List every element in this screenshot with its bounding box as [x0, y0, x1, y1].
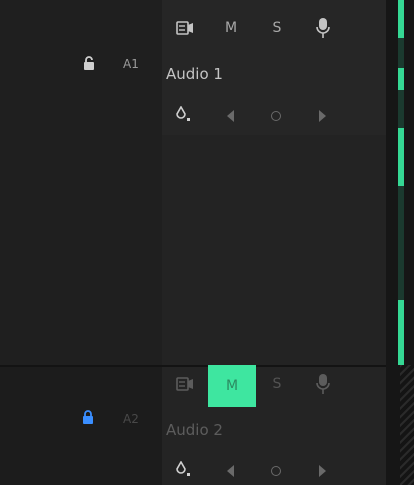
track-a1-mute-button[interactable]: M — [219, 20, 243, 36]
track-a1-add-keyframe-icon[interactable] — [271, 111, 281, 121]
hatch-pattern — [400, 365, 414, 485]
track-a1-keyframe-pen-icon[interactable] — [174, 105, 194, 126]
track-a1-microphone-icon[interactable] — [316, 17, 330, 39]
track-a2-mute-button[interactable]: M — [208, 365, 256, 407]
track-a1-prev-keyframe-icon[interactable] — [227, 110, 234, 122]
scrollbar-thumb[interactable] — [398, 300, 404, 365]
track-a2-microphone-icon[interactable] — [316, 373, 330, 395]
track-a1-name[interactable]: Audio 1 — [166, 65, 223, 83]
track-a2-add-keyframe-icon[interactable] — [271, 466, 281, 476]
track-a1-body — [162, 135, 388, 365]
audio-track-panel: A1 M S Audio 1 M S A2 Audio 2 — [0, 0, 414, 485]
track-a2-prev-keyframe-icon[interactable] — [227, 465, 234, 477]
track-a2-next-keyframe-icon[interactable] — [319, 465, 326, 477]
scrollbar-thumb[interactable] — [398, 0, 404, 38]
track-a2-name[interactable]: Audio 2 — [166, 421, 223, 439]
track-a2-lock-icon[interactable] — [82, 410, 94, 424]
track-a1-id[interactable]: A1 — [123, 57, 139, 71]
track-a1-next-keyframe-icon[interactable] — [319, 110, 326, 122]
track-a2-voiceover-icon[interactable] — [176, 377, 194, 391]
track-a1-voiceover-icon[interactable] — [176, 21, 194, 35]
track-a1-lock-icon[interactable] — [83, 56, 95, 70]
track-a2-keyframe-pen-icon[interactable] — [174, 460, 194, 481]
scrollbar-thumb[interactable] — [398, 68, 404, 90]
scrollbar-thumb[interactable] — [398, 128, 404, 186]
track-a1-solo-button[interactable]: S — [265, 20, 289, 36]
track-a2-id[interactable]: A2 — [123, 412, 139, 426]
track-a2-solo-button[interactable]: S — [265, 376, 289, 392]
